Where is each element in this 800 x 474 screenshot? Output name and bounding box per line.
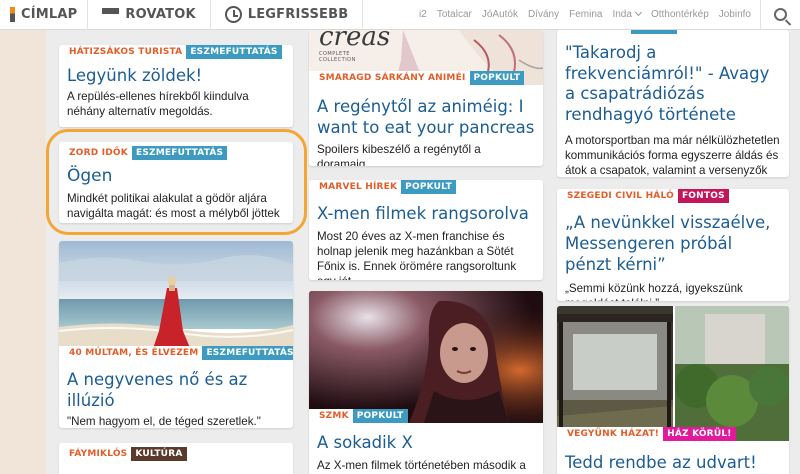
article-title[interactable]: „A nevünkkel visszaélve, Messengeren pró… xyxy=(557,212,789,275)
highlight-annotation xyxy=(46,129,307,235)
top-navigation-bar: CÍMLAP ROVATOK LEGFRISSEBB i2 Totalcar J… xyxy=(0,0,800,30)
article-lead: Spoilers kibeszélő a regénytől a doramai… xyxy=(317,143,481,166)
article-title[interactable]: Legyünk zöldek! xyxy=(59,65,293,86)
article-tags: MARVEL HÍREK POPKULT xyxy=(309,180,543,194)
article-tags: 40 MÚLTAM, ÉS ÉLVEZEM ESZMEFUTTATÁS xyxy=(59,346,293,360)
index-logo-icon xyxy=(10,7,15,22)
chevron-down-icon xyxy=(634,8,642,17)
article-card-csapatradiozas[interactable]: "Takarodj a frekvenciámról!" - Avagy a c… xyxy=(557,30,789,177)
site-link-totalcar[interactable]: Totalcar xyxy=(432,9,477,20)
anime-cover-subtitle: COMPLETE COLLECTION xyxy=(319,51,356,63)
nav-cimlap-label: CÍMLAP xyxy=(21,7,78,22)
article-title[interactable]: A regénytől az animéig: I want to eat yo… xyxy=(309,96,543,138)
search-icon xyxy=(774,8,787,21)
source-tag[interactable]: VEGYÜNK HÁZAT! xyxy=(557,427,664,441)
article-tags: SZEGEDI CIVIL HÁLÓ FONTOS xyxy=(557,189,789,203)
article-title[interactable]: "Takarodj a frekvenciámról!" - Avagy a c… xyxy=(557,43,789,125)
article-lead: Az X-men filmek történetében második a i… xyxy=(317,459,526,472)
site-link-femina[interactable]: Femina xyxy=(564,9,607,20)
nav-rovatok[interactable]: ROVATOK xyxy=(88,0,211,30)
article-photo-xmen[interactable]: SZMK POPKULT xyxy=(309,291,543,423)
category-tag[interactable]: FONTOS xyxy=(677,189,729,203)
category-tag[interactable]: ESZMEFUTTATÁS xyxy=(202,346,293,360)
site-link-inda-label: Inda xyxy=(612,9,632,20)
source-tag[interactable]: SZMK xyxy=(309,409,353,423)
category-tag[interactable]: HÁZ KÖRÜL! xyxy=(663,427,736,441)
content-area: HÁTIZSÁKOS TURISTA ESZMEFUTTATÁS Legyünk… xyxy=(46,30,800,474)
article-tags: SZMK POPKULT xyxy=(309,409,408,423)
category-tag[interactable]: ESZMEFUTTATÁS xyxy=(186,45,282,59)
article-tags: FÁYMIKLÓS KULTÚRA xyxy=(59,447,293,461)
source-tag[interactable]: HÁTIZSÁKOS TURISTA xyxy=(59,45,186,59)
article-tags: VEGYÜNK HÁZAT! HÁZ KÖRÜL! xyxy=(557,427,736,441)
site-link-i2[interactable]: i2 xyxy=(414,9,432,20)
anime-cover-title: creas xyxy=(319,30,391,52)
article-lead: A repülés-ellenes hírekből kiindulva néh… xyxy=(67,90,249,118)
article-photo-udvar[interactable]: VEGYÜNK HÁZAT! HÁZ KÖRÜL! xyxy=(557,306,789,441)
article-lead: „Semmi közünk hozzá, igyekszünk megoldás… xyxy=(565,282,743,301)
beach-woman-image xyxy=(59,241,293,360)
site-link-inda[interactable]: Inda xyxy=(607,8,645,20)
article-title[interactable]: A negyvenes nő és az illúzió xyxy=(59,369,293,411)
article-photo-beach[interactable]: 40 MÚLTAM, ÉS ÉLVEZEM ESZMEFUTTATÁS xyxy=(59,241,293,360)
source-tag[interactable]: SZEGEDI CIVIL HÁLÓ xyxy=(557,189,678,203)
site-link-divany[interactable]: Dívány xyxy=(523,9,564,20)
dark-phoenix-image xyxy=(309,291,543,423)
category-tag[interactable]: POPKULT xyxy=(401,180,456,194)
article-tags: HÁTIZSÁKOS TURISTA ESZMEFUTTATÁS xyxy=(59,45,293,59)
source-tag[interactable]: 40 MÚLTAM, ÉS ÉLVEZEM xyxy=(59,346,203,360)
article-photo-anime[interactable]: creas COMPLETE COLLECTION SMARAGD SÁRKÁNY… xyxy=(309,30,543,85)
site-link-jobinfo[interactable]: Jobinfo xyxy=(714,9,756,20)
category-tag[interactable]: POPKULT xyxy=(469,71,525,85)
article-title[interactable]: Tedd rendbe az udvart! xyxy=(557,452,789,473)
site-link-joautok[interactable]: JóAutók xyxy=(477,9,523,20)
partner-sites: i2 Totalcar JóAutók Dívány Femina Inda O… xyxy=(414,0,800,30)
search-button[interactable] xyxy=(760,0,800,30)
garden-shed-image xyxy=(557,306,789,441)
article-card-legyunk-zoldek[interactable]: HÁTIZSÁKOS TURISTA ESZMEFUTTATÁS Legyünk… xyxy=(59,45,293,127)
nav-cimlap[interactable]: CÍMLAP xyxy=(0,0,89,30)
category-tag[interactable]: POPKULT xyxy=(352,409,408,423)
clock-icon xyxy=(224,6,242,23)
source-tag[interactable]: MARVEL HÍREK xyxy=(309,180,401,194)
article-lead: "Nem hagyom el, de téged szeretlek." xyxy=(67,415,261,428)
category-tag[interactable]: KULTÚRA xyxy=(131,447,187,461)
site-link-otthonterkep[interactable]: Otthontérkép xyxy=(646,9,714,20)
article-title[interactable]: A sokadik X xyxy=(309,432,543,453)
article-card-faymiklos[interactable]: FÁYMIKLÓS KULTÚRA xyxy=(59,443,293,474)
article-card-sokadik-x[interactable]: SZMK POPKULT A sokadik X Az X-men filmek… xyxy=(309,291,543,474)
hamburger-menu-icon xyxy=(102,8,120,21)
article-lead: Most 20 éves az X-men franchise és holna… xyxy=(317,230,517,280)
source-tag[interactable]: SMARAGD SÁRKÁNY ANIMÉI xyxy=(309,71,470,85)
article-card-pancreas[interactable]: creas COMPLETE COLLECTION SMARAGD SÁRKÁNY… xyxy=(309,30,543,166)
article-card-messenger[interactable]: SZEGEDI CIVIL HÁLÓ FONTOS „A nevünkkel v… xyxy=(557,189,789,301)
nav-rovatok-label: ROVATOK xyxy=(125,7,196,22)
article-lead: A motorsportban ma már nélkülözhetetlen … xyxy=(565,134,780,177)
article-title[interactable]: X-men filmek rangsorolva xyxy=(309,203,543,224)
nav-legfrissebb[interactable]: LEGFRISSEBB xyxy=(211,0,364,30)
source-tag[interactable]: FÁYMIKLÓS xyxy=(59,447,131,461)
article-card-udvar[interactable]: VEGYÜNK HÁZAT! HÁZ KÖRÜL! Tedd rendbe az… xyxy=(557,306,789,474)
article-tags: SMARAGD SÁRKÁNY ANIMÉI POPKULT xyxy=(309,71,525,85)
nav-legfrissebb-label: LEGFRISSEBB xyxy=(247,7,349,22)
article-card-negyvenes-no[interactable]: 40 MÚLTAM, ÉS ÉLVEZEM ESZMEFUTTATÁS A ne… xyxy=(59,241,293,428)
article-card-xmen-rangsor[interactable]: MARVEL HÍREK POPKULT X-men filmek rangso… xyxy=(309,180,543,280)
article-tags xyxy=(557,30,789,38)
